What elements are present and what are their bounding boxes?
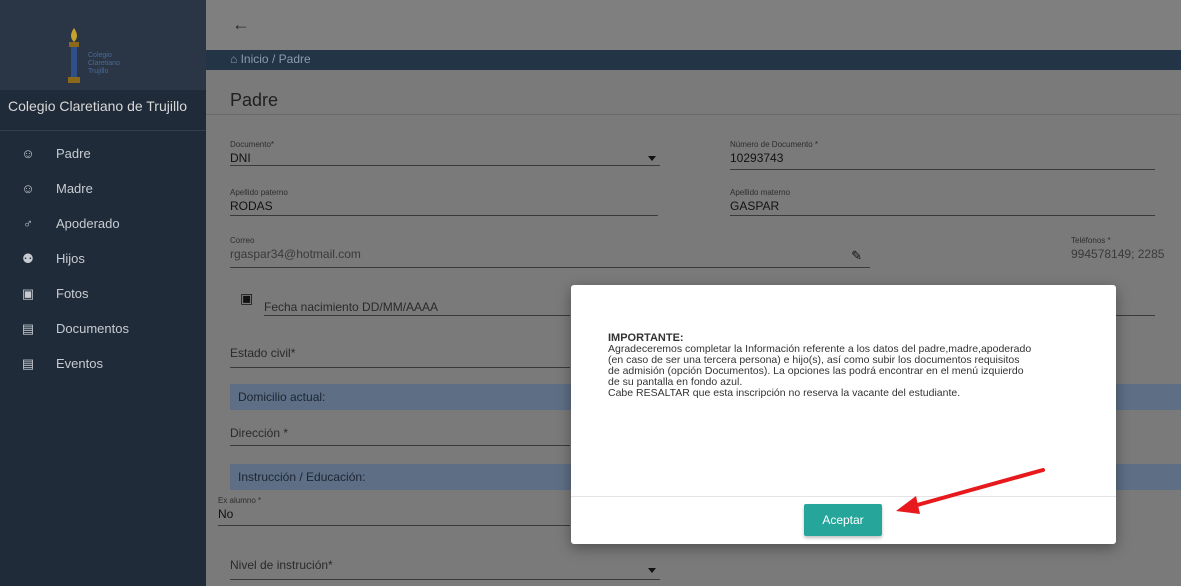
sidebar-item-padre[interactable]: ☺ Padre bbox=[0, 136, 206, 171]
sidebar-item-label: Fotos bbox=[56, 286, 89, 301]
documento-value: DNI bbox=[230, 151, 251, 165]
breadcrumb: ⌂ Inicio / Padre bbox=[230, 52, 311, 66]
breadcrumb-bar: ⌂ Inicio / Padre bbox=[206, 50, 1181, 70]
ex-alumno-label: Ex alumno * bbox=[218, 496, 262, 505]
sidebar-item-label: Madre bbox=[56, 181, 93, 196]
photo-icon: ▣ bbox=[21, 285, 35, 301]
user-female-icon: ☺ bbox=[21, 181, 35, 196]
accept-button[interactable]: Aceptar bbox=[804, 504, 882, 536]
sidebar-nav: ☺ Padre ☺ Madre ♂ Apoderado ⚉ Hijos ▣ Fo… bbox=[0, 136, 206, 381]
correo-label: Correo bbox=[230, 236, 255, 245]
nivel-instruccion-placeholder: Nivel de instrución* bbox=[230, 558, 333, 572]
top-bar: ← bbox=[206, 0, 1181, 50]
sidebar-item-documentos[interactable]: ▤ Documentos bbox=[0, 311, 206, 346]
sidebar-item-label: Apoderado bbox=[56, 216, 120, 231]
ex-alumno-value: No bbox=[218, 507, 234, 521]
torch-logo-icon bbox=[68, 28, 80, 83]
breadcrumb-current: Padre bbox=[278, 52, 311, 66]
numero-documento-value: 10293743 bbox=[730, 151, 784, 165]
estado-civil-select[interactable]: Estado civil* bbox=[230, 346, 570, 368]
direccion-field[interactable]: Dirección * bbox=[230, 426, 570, 446]
sidebar-item-hijos[interactable]: ⚉ Hijos bbox=[0, 241, 206, 276]
apellido-paterno-label: Apellido paterno bbox=[230, 188, 288, 197]
document-icon: ▤ bbox=[21, 320, 35, 336]
back-arrow-icon[interactable]: ← bbox=[232, 14, 250, 35]
user-tie-icon: ♂ bbox=[23, 216, 33, 231]
home-icon[interactable]: ⌂ bbox=[230, 52, 237, 66]
numero-documento-label: Número de Documento * bbox=[730, 140, 819, 149]
breadcrumb-separator: / bbox=[271, 52, 276, 66]
title-divider bbox=[206, 114, 1181, 115]
modal-body: IMPORTANTE: Agradeceremos completar la I… bbox=[608, 333, 1088, 399]
apellido-materno-field[interactable]: Apellido materno GASPAR bbox=[730, 188, 1155, 216]
field-underline bbox=[1116, 315, 1155, 316]
numero-documento-field[interactable]: Número de Documento * 10293743 bbox=[730, 140, 1155, 170]
red-arrow-annotation bbox=[896, 468, 1045, 514]
sidebar-item-apoderado[interactable]: ♂ Apoderado bbox=[0, 206, 206, 241]
chevron-down-icon bbox=[648, 568, 656, 573]
event-icon: ▤ bbox=[21, 355, 35, 371]
calendar-icon: ▣ bbox=[240, 290, 254, 306]
documento-select[interactable]: Documento* DNI bbox=[230, 140, 660, 166]
modal-text-line: Cabe RESALTAR que esta inscripción no re… bbox=[608, 387, 961, 399]
sidebar-item-eventos[interactable]: ▤ Eventos bbox=[0, 346, 206, 381]
arrow-head bbox=[896, 496, 920, 514]
direccion-placeholder: Dirección * bbox=[230, 426, 289, 440]
page-title: Padre bbox=[230, 90, 279, 110]
fecha-nacimiento-placeholder: Fecha nacimiento DD/MM/AAAA bbox=[264, 300, 439, 314]
apellido-materno-label: Apellido materno bbox=[730, 188, 791, 197]
nivel-instruccion-select[interactable]: Nivel de instrución* bbox=[230, 558, 660, 580]
sidebar-item-madre[interactable]: ☺ Madre bbox=[0, 171, 206, 206]
arrow-shaft bbox=[908, 468, 1045, 509]
edit-pencil-icon[interactable]: ✎ bbox=[851, 248, 862, 264]
apellido-paterno-value: RODAS bbox=[230, 199, 273, 213]
school-name: Colegio Claretiano de Trujillo bbox=[8, 98, 187, 114]
sidebar-divider bbox=[0, 130, 206, 131]
sidebar-item-fotos[interactable]: ▣ Fotos bbox=[0, 276, 206, 311]
sidebar-item-label: Eventos bbox=[56, 356, 103, 371]
logo-text: Colegio Claretiano Trujillo bbox=[88, 52, 120, 75]
sidebar-item-label: Documentos bbox=[56, 321, 129, 336]
fecha-nacimiento-field[interactable]: ▣ Fecha nacimiento DD/MM/AAAA bbox=[240, 288, 570, 316]
children-icon: ⚉ bbox=[22, 250, 34, 266]
documento-label: Documento* bbox=[230, 140, 275, 149]
sidebar-item-label: Hijos bbox=[56, 251, 85, 266]
telefonos-value: 994578149; 2285 bbox=[1071, 247, 1165, 261]
correo-field[interactable]: Correo rgaspar34@hotmail.com ✎ bbox=[230, 236, 870, 268]
user-icon: ☺ bbox=[21, 146, 35, 161]
telefonos-label: Teléfonos * bbox=[1071, 236, 1111, 245]
telefonos-field[interactable]: Teléfonos * 994578149; 2285 bbox=[1071, 236, 1181, 268]
correo-value: rgaspar34@hotmail.com bbox=[230, 247, 361, 261]
logo-area: Colegio Claretiano Trujillo bbox=[0, 0, 206, 90]
sidebar: Colegio Claretiano Trujillo Colegio Clar… bbox=[0, 0, 206, 586]
apellido-paterno-field[interactable]: Apellido paterno RODAS bbox=[230, 188, 658, 216]
ex-alumno-select[interactable]: Ex alumno * No bbox=[218, 496, 570, 526]
breadcrumb-home[interactable]: Inicio bbox=[241, 52, 269, 66]
apellido-materno-value: GASPAR bbox=[730, 199, 780, 213]
estado-civil-placeholder: Estado civil* bbox=[230, 346, 296, 360]
sidebar-item-label: Padre bbox=[56, 146, 91, 161]
chevron-down-icon bbox=[648, 156, 656, 161]
